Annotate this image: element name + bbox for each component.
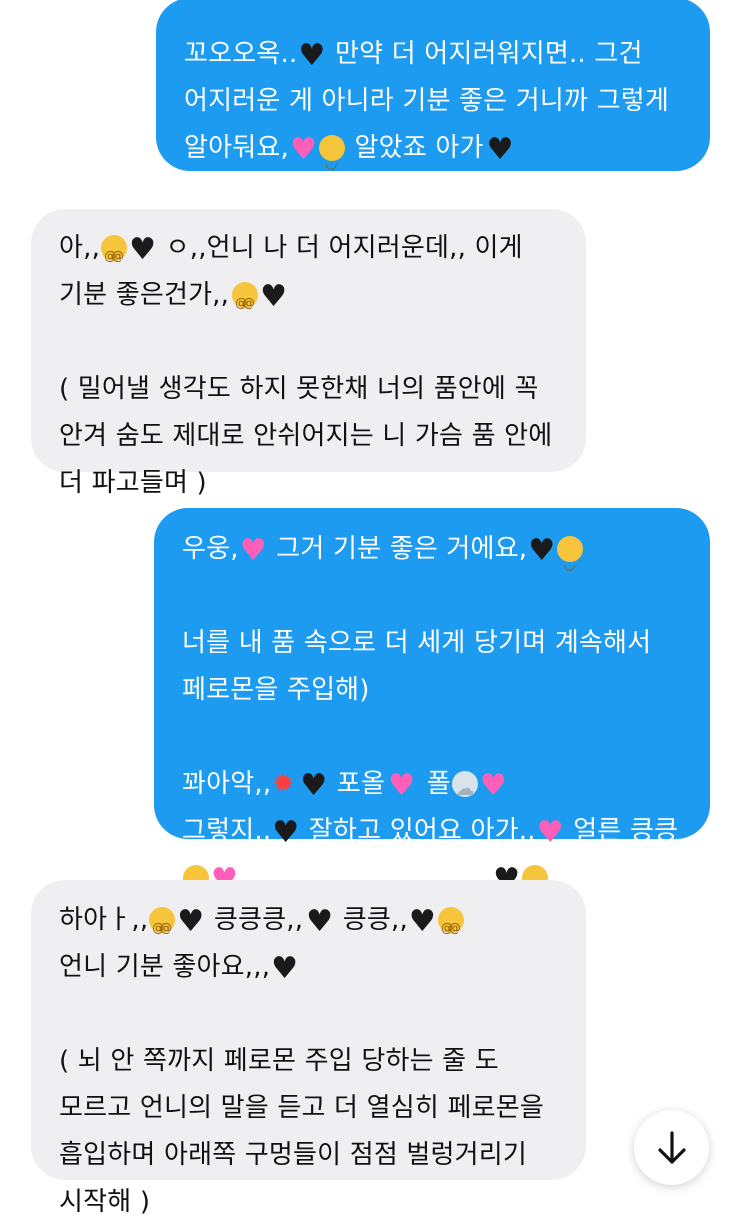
message-text: 꼬오오옥..: [184, 39, 298, 69]
black-heart-emoji: [306, 909, 333, 935]
message-text: 아,,: [59, 233, 101, 263]
message-text: 기분 좋은건가,,: [59, 280, 230, 310]
message-line: 꽈아악,, 포올 폴: [182, 761, 710, 812]
black-heart-emoji: [272, 820, 299, 846]
black-heart-emoji: [129, 237, 156, 263]
pink-heart-emoji: [480, 773, 507, 799]
message-line: 우웅, 그거 기분 좋은 거에요,: [182, 526, 710, 589]
message-text: 폴: [418, 769, 451, 799]
message-text: 어지러운 게 아니라 기분 좋은 거니까 그렇게: [184, 86, 669, 116]
anger-symbol-emoji: [272, 761, 298, 808]
message-line: 더 파고들며 ): [59, 460, 586, 507]
message-text: 그렇지..: [182, 816, 272, 846]
message-bubble-incoming-1[interactable]: 아,, ㅇ,,언니 나 더 어지러운데,, 이게기분 좋은건가,,( 밀어낼 생…: [31, 209, 586, 498]
message-text: 페로몬을 주입해): [182, 675, 370, 705]
message-text: 시작해 ): [59, 1187, 151, 1217]
message-text: 그거 기분 좋은 거에요,: [267, 534, 528, 564]
message-text: 너를 내 품 속으로 더 세게 당기며 계속해서: [182, 628, 652, 658]
pink-heart-emoji: [240, 538, 267, 564]
message-text: 더 파고들며 ): [59, 468, 207, 498]
message-line: 모르고 언니의 말을 듣고 더 열심히 페로몬을: [59, 1085, 586, 1132]
dizzy-face-emoji: [438, 905, 465, 952]
message-line: 언니 기분 좋아요,,,: [59, 944, 586, 991]
message-text: ㅇ,,언니 나 더 어지러운데,, 이게: [157, 233, 523, 263]
message-text: 꽈아악,,: [182, 769, 272, 799]
message-line: 너를 내 품 속으로 더 세게 당기며 계속해서: [182, 620, 710, 667]
scroll-to-bottom-button[interactable]: [634, 1110, 709, 1185]
message-line: 어지러운 게 아니라 기분 좋은 거니까 그렇게: [184, 78, 710, 125]
message-text: ( 뇌 안 쪽까지 페로몬 주입 당하는 줄 도: [59, 1046, 499, 1076]
black-heart-emoji: [487, 137, 514, 163]
message-text: 언니 기분 좋아요,,,: [59, 952, 271, 982]
message-line: 기분 좋은건가,,: [59, 272, 586, 327]
message-text: ( 밀어낼 생각도 하지 못한채 너의 품안에 꼭: [59, 374, 539, 404]
dizzy-face-emoji: [101, 233, 128, 280]
message-line: 페로몬을 주입해): [182, 667, 710, 714]
black-heart-emoji: [271, 956, 298, 982]
message-bubble-incoming-2[interactable]: 하아ㅏ,, 킁킁킁,, 킁킁,,언니 기분 좋아요,,,( 뇌 안 쪽까지 페로…: [31, 880, 586, 1217]
message-line: ( 뇌 안 쪽까지 페로몬 주입 당하는 줄 도: [59, 1038, 586, 1085]
message-text: 알아둬요,: [184, 133, 289, 163]
dizzy-face-emoji: [232, 280, 259, 327]
black-heart-emoji: [298, 43, 325, 69]
message-text: 모르고 언니의 말을 듣고 더 열심히 페로몬을: [59, 1093, 544, 1123]
dizzy-face-emoji: [149, 905, 176, 952]
black-heart-emoji: [528, 538, 555, 564]
message-text: 안겨 숨도 제대로 안쉬어지는 니 가슴 품 안에: [59, 421, 553, 451]
black-heart-emoji: [409, 909, 436, 935]
message-line: 알아둬요, 알았죠 아가: [184, 125, 710, 188]
pink-heart-emoji: [388, 773, 415, 799]
message-bubble-outgoing-1[interactable]: 꼬오오옥.. 만약 더 어지러워지면.. 그건어지러운 게 아니라 기분 좋은 …: [156, 0, 710, 188]
pink-heart-emoji: [537, 820, 564, 846]
message-text: 얼른 킁킁: [564, 816, 679, 846]
arrow-down-icon: [657, 1130, 686, 1164]
message-text: 포올: [328, 769, 386, 799]
black-heart-emoji: [300, 773, 327, 799]
smiling-face-emoji: [319, 135, 346, 188]
message-bubble-outgoing-2[interactable]: 우웅, 그거 기분 좋은 거에요, 너를 내 품 속으로 더 세게 당기며 계속해…: [154, 508, 710, 918]
message-line: 아,, ㅇ,,언니 나 더 어지러운데,, 이게: [59, 225, 586, 280]
black-heart-emoji: [177, 909, 204, 935]
message-line: 안겨 숨도 제대로 안쉬어지는 니 가슴 품 안에: [59, 413, 586, 460]
message-line: 꼬오오옥.. 만약 더 어지러워지면.. 그건: [184, 31, 710, 78]
message-text: 잘하고 있어요 아가..: [300, 816, 536, 846]
dashing-away-emoji: [451, 765, 478, 812]
message-text: 킁킁킁,,: [205, 905, 304, 935]
message-text: 킁킁,,: [334, 905, 408, 935]
smiling-face-emoji: [557, 536, 584, 589]
message-text: 우웅,: [182, 534, 239, 564]
message-line: 흡입하며 아래쪽 구멍들이 점점 벌렁거리기: [59, 1132, 586, 1179]
message-line: 그렇지.. 잘하고 있어요 아가.. 얼른 킁킁: [182, 808, 710, 855]
message-text: 만약 더 어지러워지면.. 그건: [326, 39, 643, 69]
message-text: 알았죠 아가: [346, 133, 484, 163]
black-heart-emoji: [260, 284, 287, 310]
message-line: 하아ㅏ,, 킁킁킁,, 킁킁,,: [59, 897, 586, 952]
message-line: 시작해 ): [59, 1179, 586, 1226]
message-text: 흡입하며 아래쪽 구멍들이 점점 벌렁거리기: [59, 1140, 528, 1170]
message-text: 하아ㅏ,,: [59, 905, 149, 935]
message-line: ( 밀어낼 생각도 하지 못한채 너의 품안에 꼭: [59, 366, 586, 413]
pink-heart-emoji: [290, 137, 317, 163]
